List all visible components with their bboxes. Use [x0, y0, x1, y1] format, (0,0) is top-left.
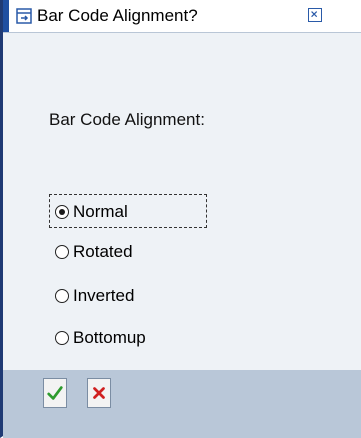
dialog-window: Bar Code Alignment? Bar Code Alignment: …	[0, 0, 361, 438]
cancel-x-icon	[93, 387, 105, 399]
title-bar: Bar Code Alignment?	[3, 0, 361, 33]
radio-button-selected[interactable]	[55, 205, 69, 219]
radio-label-bottomup: Bottomup	[73, 328, 146, 347]
title-accent	[3, 0, 9, 33]
ok-button[interactable]	[43, 378, 67, 408]
radio-rotated[interactable]: Rotated	[55, 240, 133, 264]
radio-label-rotated: Rotated	[73, 242, 133, 261]
alignment-label: Bar Code Alignment:	[49, 110, 205, 129]
close-button[interactable]	[308, 8, 322, 22]
window-arrow-icon	[16, 8, 32, 24]
radio-normal[interactable]: Normal	[55, 200, 128, 224]
radio-bottomup[interactable]: Bottomup	[55, 326, 146, 350]
close-icon	[311, 11, 318, 18]
checkmark-icon	[47, 386, 63, 400]
radio-label-inverted: Inverted	[73, 286, 135, 305]
radio-button[interactable]	[55, 331, 69, 345]
dialog-title: Bar Code Alignment?	[37, 6, 198, 25]
radio-inverted[interactable]: Inverted	[55, 284, 134, 308]
radio-button[interactable]	[55, 245, 69, 259]
radio-button[interactable]	[55, 289, 69, 303]
radio-label-normal: Normal	[73, 202, 128, 221]
cancel-button[interactable]	[87, 378, 111, 408]
